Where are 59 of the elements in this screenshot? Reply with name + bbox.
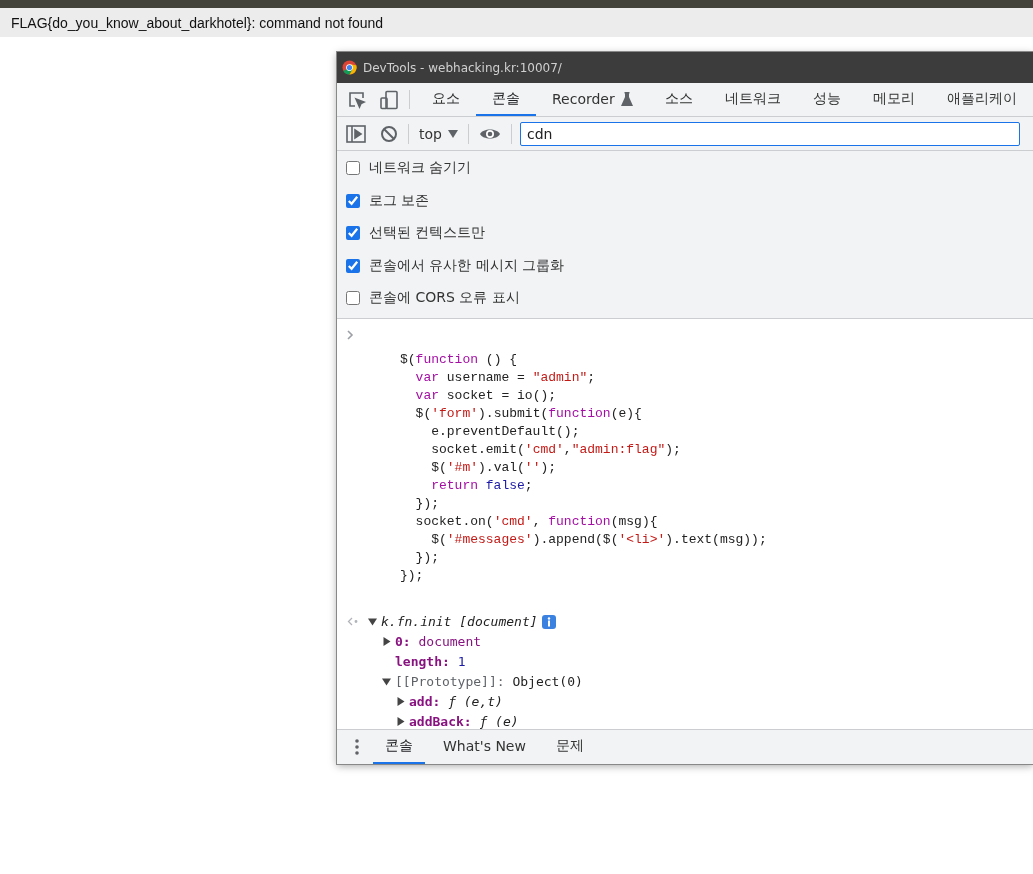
checkbox[interactable] xyxy=(346,226,360,241)
expand-triangle-icon[interactable] xyxy=(396,697,405,706)
checkbox[interactable] xyxy=(346,258,360,273)
collapse-triangle-icon[interactable] xyxy=(382,677,391,686)
property-text: 0: document xyxy=(395,632,482,651)
code-line: $('form').submit(function(e){ xyxy=(414,404,642,423)
checkbox-label: 로그 보존 xyxy=(369,191,430,210)
flask-icon xyxy=(620,91,633,106)
expand-triangle-icon[interactable] xyxy=(382,637,391,646)
checkbox[interactable] xyxy=(346,291,360,306)
clear-console-icon[interactable] xyxy=(380,124,398,143)
browser-logo-icon xyxy=(342,60,357,75)
property-text: addBack: ƒ (e) xyxy=(409,712,519,729)
checkbox-label: 네트워크 숨기기 xyxy=(369,159,472,178)
panel-tab[interactable]: 소스 xyxy=(648,83,709,116)
checkbox-label: 선택된 컨텍스트만 xyxy=(369,224,486,243)
code-line: $('#messages').append($('<li>').text(msg)); xyxy=(430,530,767,549)
result-arrow-icon xyxy=(347,616,358,626)
checkbox[interactable] xyxy=(346,193,360,208)
checkbox-label: 콘솔에서 유사한 메시지 그룹화 xyxy=(369,256,565,275)
code-line: e.preventDefault(); xyxy=(430,422,580,441)
code-line: return false; xyxy=(430,476,533,495)
expand-triangle-icon[interactable] xyxy=(396,717,405,726)
sidebar-toggle-icon[interactable] xyxy=(346,124,366,143)
panel-tab[interactable]: 성능 xyxy=(796,83,857,116)
code-line: $('#m').val(''); xyxy=(430,458,557,477)
context-dropdown[interactable]: top xyxy=(419,125,458,142)
drawer-tab[interactable]: 콘솔 xyxy=(373,730,425,764)
checkbox-label: 콘솔에 CORS 오류 표시 xyxy=(369,289,520,308)
property-text: [[Prototype]]: Object(0) xyxy=(395,672,583,691)
panel-tab[interactable]: 메모리 xyxy=(856,83,931,116)
code-line: $(function () { xyxy=(400,350,518,369)
collapse-triangle-icon[interactable] xyxy=(368,617,377,626)
panel-tab[interactable]: 네트워크 xyxy=(708,83,797,116)
code-line: socket.emit('cmd',"admin:flag"); xyxy=(430,440,681,459)
filter-field[interactable]: cdn xyxy=(519,121,1020,146)
device-toggle-icon[interactable] xyxy=(379,89,399,110)
property-text: add: ƒ (e,t) xyxy=(409,692,503,711)
drawer-tab[interactable]: 문제 xyxy=(543,730,596,764)
inspect-element-icon[interactable] xyxy=(347,89,367,110)
code-line: socket.on('cmd', function(msg){ xyxy=(414,512,658,531)
drawer-tab[interactable]: What's New xyxy=(431,730,538,764)
more-options-icon[interactable] xyxy=(355,739,359,755)
terminal-message: FLAG{do_you_know_about_darkhotel}: command not found xyxy=(11,14,384,31)
code-line: }); xyxy=(414,548,439,567)
prompt-chevron-icon xyxy=(347,329,354,340)
panel-tab[interactable]: Recorder xyxy=(536,83,649,116)
panel-tab[interactable]: 요소 xyxy=(416,83,476,116)
code-line: var username = "admin"; xyxy=(414,368,596,387)
code-line: }); xyxy=(414,494,439,513)
property-text: length: 1 xyxy=(395,652,466,671)
info-icon[interactable] xyxy=(541,614,556,629)
result-label: k.fn.init [document] xyxy=(381,612,538,631)
code-line: }); xyxy=(400,566,424,585)
code-line: var socket = io(); xyxy=(414,386,557,405)
panel-tab[interactable]: 애플리케이 xyxy=(930,83,1033,116)
caret-icon xyxy=(447,129,458,138)
window-title: DevTools - webhacking.kr:10007/ xyxy=(363,60,562,75)
checkbox[interactable] xyxy=(346,161,360,176)
